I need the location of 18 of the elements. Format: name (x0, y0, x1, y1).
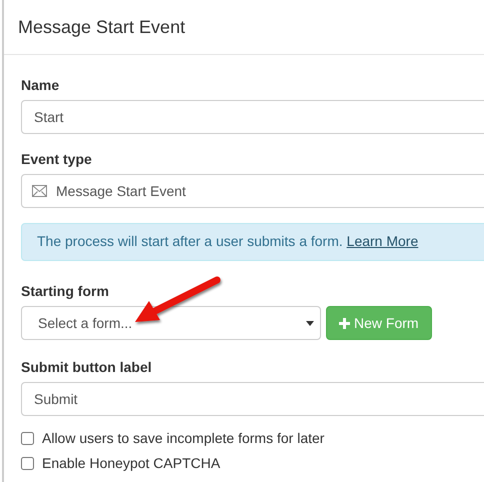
caret-icon (306, 320, 314, 326)
checkbox[interactable] (21, 432, 34, 444)
checkbox[interactable] (21, 456, 34, 470)
field-label: Submit button label (21, 359, 152, 375)
checkbox-label: Allow users to save incomplete forms for later (42, 430, 324, 446)
event-type-field[interactable]: Message Start Event (21, 174, 484, 208)
info-message: The process will start after a user submits a form. Learn More (37, 233, 418, 249)
field-label: Name (21, 77, 60, 93)
envelope-icon (32, 185, 47, 197)
field-label: Starting form (21, 283, 109, 299)
form-select[interactable]: Select a form... (21, 306, 321, 340)
field-label: Event type (21, 151, 92, 167)
checkbox-label: Enable Honeypot CAPTCHA (42, 455, 220, 471)
panel-title: Message Start Event (18, 16, 186, 38)
plus-icon (339, 318, 350, 328)
submit-label-field[interactable]: Submit (21, 382, 484, 416)
name-field[interactable]: Start (21, 100, 484, 134)
learn-more-link[interactable]: Learn More (346, 233, 418, 249)
